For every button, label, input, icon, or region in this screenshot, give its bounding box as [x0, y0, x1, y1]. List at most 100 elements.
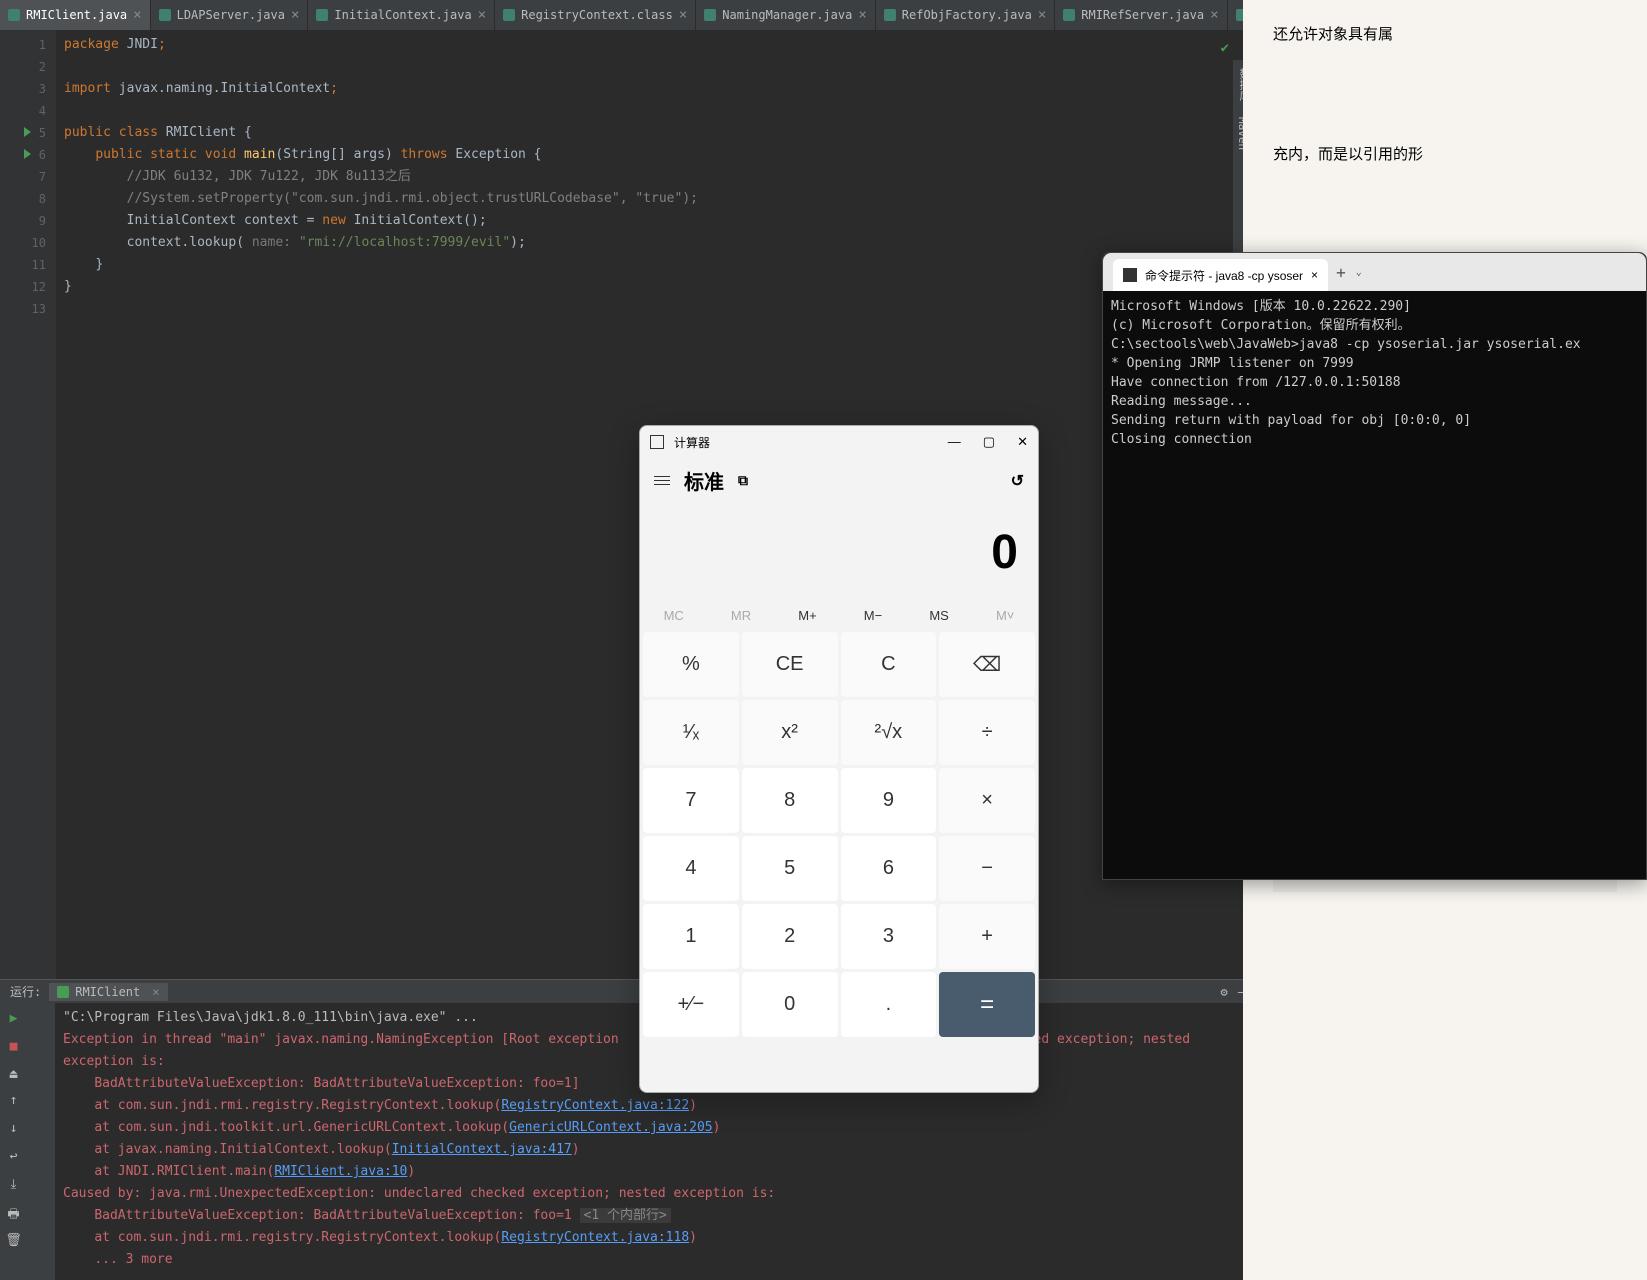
java-icon — [884, 9, 896, 21]
divide-button[interactable]: ÷ — [939, 700, 1035, 765]
zero-button[interactable]: 0 — [742, 972, 838, 1037]
history-icon[interactable]: ↺ — [1011, 471, 1024, 491]
pin-icon[interactable]: ⧉ — [738, 472, 748, 489]
window-title: 计算器 — [674, 434, 710, 451]
mc-button[interactable]: MC — [664, 608, 684, 623]
equals-button[interactable]: = — [939, 972, 1035, 1037]
tab-label: InitialContext.java — [334, 8, 471, 22]
six-button[interactable]: 6 — [841, 836, 937, 901]
terminal-titlebar[interactable]: 命令提示符 - java8 -cp ysoser × + ⌄ — [1103, 253, 1646, 291]
print-icon[interactable]: 🖶 — [5, 1205, 23, 1223]
exit-icon[interactable]: ⏏ — [5, 1067, 23, 1085]
add-button[interactable]: + — [939, 904, 1035, 969]
run-gutter-icon[interactable] — [24, 127, 31, 137]
down-arrow-icon[interactable]: ↓ — [5, 1121, 23, 1139]
inspection-ok-icon: ✔ — [1221, 40, 1229, 56]
two-button[interactable]: 2 — [742, 904, 838, 969]
sqrt-button[interactable]: ²√x — [841, 700, 937, 765]
run-body: ▶ ■ ⏏ ↑ ↓ ↩ ⤓ 🖶 🗑 "C:\Program Files\Java… — [0, 1003, 1255, 1280]
tab-refobjfactory[interactable]: RefObjFactory.java × — [876, 0, 1055, 30]
eight-button[interactable]: 8 — [742, 768, 838, 833]
tab-label: RefObjFactory.java — [902, 8, 1032, 22]
console-line: at javax.naming.InitialContext.lookup(In… — [63, 1139, 1247, 1161]
scroll-icon[interactable]: ⤓ — [5, 1177, 23, 1195]
run-header: 运行: RMIClient× ⚙ — — [0, 979, 1255, 1003]
hamburger-icon[interactable] — [654, 476, 670, 485]
doc-text: 还允许对象具有属 — [1273, 20, 1617, 50]
java-icon — [1063, 9, 1075, 21]
inverse-button[interactable]: ¹⁄ₓ — [643, 700, 739, 765]
subtract-button[interactable]: − — [939, 836, 1035, 901]
calculator-window[interactable]: 计算器 — ▢ ✕ 标准 ⧉ ↺ 0 MC MR M+ M− MS M˅ % C… — [639, 425, 1039, 1093]
stacktrace-link[interactable]: InitialContext.java:417 — [392, 1142, 572, 1157]
tab-namingmanager[interactable]: NamingManager.java× — [696, 0, 875, 30]
stop-icon[interactable]: ■ — [5, 1039, 23, 1057]
stacktrace-link[interactable]: RegistryContext.java:122 — [501, 1098, 689, 1113]
rerun-icon[interactable]: ▶ — [5, 1011, 23, 1029]
run-gutter-icon[interactable] — [24, 149, 31, 159]
stacktrace-link[interactable]: GenericURLContext.java:205 — [509, 1120, 713, 1135]
calculator-titlebar[interactable]: 计算器 — ▢ ✕ — [640, 426, 1038, 458]
mminus-button[interactable]: M− — [864, 608, 882, 623]
close-icon[interactable]: × — [679, 7, 687, 23]
tab-initialcontext[interactable]: InitialContext.java × — [308, 0, 495, 30]
terminal-output[interactable]: Microsoft Windows [版本 10.0.22622.290] (c… — [1103, 291, 1646, 455]
negate-button[interactable]: +⁄− — [643, 972, 739, 1037]
chevron-down-icon[interactable]: ⌄ — [1356, 267, 1362, 278]
folded-frames[interactable]: <1 个内部行> — [580, 1208, 671, 1223]
stacktrace-link[interactable]: RMIClient.java:10 — [274, 1164, 407, 1179]
trash-icon[interactable]: 🗑 — [5, 1233, 23, 1251]
tab-label: RMIClient.java — [26, 8, 127, 22]
tab-ldapserver[interactable]: LDAPServer.java × — [151, 0, 309, 30]
one-button[interactable]: 1 — [643, 904, 739, 969]
add-tab-icon[interactable]: + — [1336, 263, 1346, 282]
terminal-tab[interactable]: 命令提示符 - java8 -cp ysoser × — [1113, 259, 1328, 291]
java-icon — [704, 9, 716, 21]
stacktrace-link[interactable]: RegistryContext.java:118 — [501, 1230, 689, 1245]
multiply-button[interactable]: × — [939, 768, 1035, 833]
run-icon — [57, 986, 69, 998]
tab-registrycontext[interactable]: RegistryContext.class× — [495, 0, 696, 30]
close-icon[interactable]: × — [133, 7, 141, 23]
maximize-icon[interactable]: ▢ — [983, 434, 995, 450]
nine-button[interactable]: 9 — [841, 768, 937, 833]
term-line: Sending return with payload for obj [0:0… — [1111, 411, 1638, 430]
close-icon[interactable]: × — [152, 985, 159, 999]
four-button[interactable]: 4 — [643, 836, 739, 901]
editor[interactable]: ✔ 数据库 Maven 1234 5 6 78910111213 package… — [0, 30, 1255, 979]
tab-rmiclient[interactable]: RMIClient.java × — [0, 0, 151, 30]
ce-button[interactable]: CE — [742, 632, 838, 697]
decimal-button[interactable]: . — [841, 972, 937, 1037]
mr-button[interactable]: MR — [731, 608, 751, 623]
wrap-icon[interactable]: ↩ — [5, 1149, 23, 1167]
three-button[interactable]: 3 — [841, 904, 937, 969]
ms-button[interactable]: MS — [929, 608, 949, 623]
run-tab[interactable]: RMIClient× — [49, 983, 167, 1001]
square-button[interactable]: x² — [742, 700, 838, 765]
tab-rmirefserver[interactable]: RMIRefServer.java× — [1055, 0, 1227, 30]
tab-label: LDAPServer.java — [177, 8, 285, 22]
close-icon[interactable]: × — [858, 7, 866, 23]
close-icon[interactable]: × — [1210, 7, 1218, 23]
close-icon[interactable]: ✕ — [1017, 434, 1028, 450]
c-button[interactable]: C — [841, 632, 937, 697]
mview-button[interactable]: M˅ — [996, 608, 1014, 623]
minimize-icon[interactable]: — — [948, 434, 961, 450]
seven-button[interactable]: 7 — [643, 768, 739, 833]
console-line: at com.sun.jndi.toolkit.url.GenericURLCo… — [63, 1117, 1247, 1139]
close-icon[interactable]: × — [478, 7, 486, 23]
terminal-window[interactable]: 命令提示符 - java8 -cp ysoser × + ⌄ Microsoft… — [1102, 252, 1647, 880]
five-button[interactable]: 5 — [742, 836, 838, 901]
gear-icon[interactable]: ⚙ — [1221, 985, 1228, 999]
java-icon — [8, 9, 20, 21]
up-arrow-icon[interactable]: ↑ — [5, 1093, 23, 1111]
close-icon[interactable]: × — [291, 7, 299, 23]
java-icon — [316, 9, 328, 21]
mplus-button[interactable]: M+ — [798, 608, 816, 623]
close-icon[interactable]: × — [1311, 268, 1318, 282]
percent-button[interactable]: % — [643, 632, 739, 697]
console-line: BadAttributeValueException: BadAttribute… — [63, 1205, 1247, 1227]
close-icon[interactable]: × — [1038, 7, 1046, 23]
backspace-button[interactable]: ⌫ — [939, 632, 1035, 697]
gutter: 1234 5 6 78910111213 — [0, 30, 56, 979]
